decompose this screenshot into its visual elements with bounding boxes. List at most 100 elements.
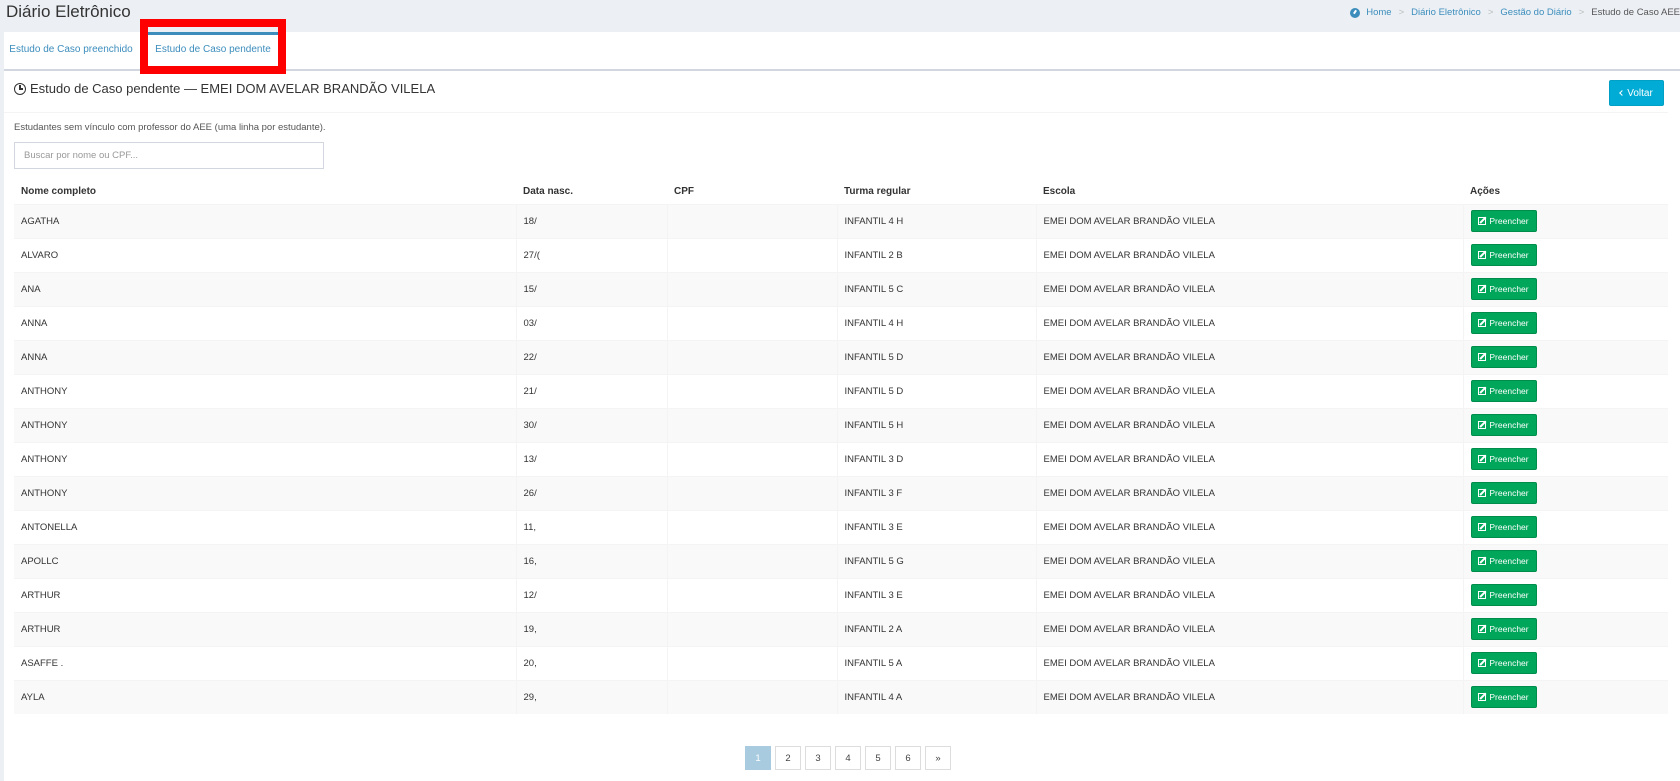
cell-name: ALVARO	[14, 237, 516, 272]
edit-icon	[1478, 353, 1487, 361]
cell-turma: INFANTIL 3 E	[836, 577, 1036, 612]
pagination-next[interactable]: »	[925, 746, 951, 770]
tab-estudo-preenchido[interactable]: Estudo de Caso preenchido	[4, 32, 138, 71]
fill-button[interactable]: Preencher	[1470, 278, 1537, 300]
edit-icon	[1478, 217, 1487, 225]
fill-button-label: Preencher	[1489, 692, 1529, 703]
cell-dob: 18/	[515, 203, 667, 238]
edit-icon	[1478, 557, 1487, 565]
fill-button[interactable]: Preencher	[1470, 210, 1537, 232]
box-divider	[4, 112, 1668, 113]
cell-turma: INFANTIL 2 B	[836, 237, 1036, 272]
cell-actions: Preencher	[1462, 271, 1668, 306]
edit-icon	[1478, 455, 1487, 463]
fill-button[interactable]: Preencher	[1470, 550, 1537, 572]
cell-dob: 29,	[515, 679, 667, 714]
edit-icon	[1478, 387, 1487, 395]
table-row: APOLLC 16, INFANTIL 5 G EMEI DOM AVELAR BRA…	[14, 543, 1668, 578]
column-header-escola[interactable]: Escola	[1036, 179, 1463, 205]
table-row: ANNA 03/INFANTIL 4 H EMEI DOM AVELAR BRAND…	[14, 305, 1668, 340]
fill-button[interactable]: Preencher	[1470, 312, 1537, 334]
breadcrumb-separator: >	[1578, 7, 1585, 18]
cell-dob: 15/	[515, 271, 667, 306]
fill-button[interactable]: Preencher	[1470, 244, 1537, 266]
fill-button[interactable]: Preencher	[1470, 652, 1537, 674]
cell-actions: Preencher	[1462, 203, 1668, 238]
fill-button[interactable]: Preencher	[1470, 516, 1537, 538]
cell-escola: EMEI DOM AVELAR BRANDÃO VILELA	[1035, 271, 1463, 306]
pagination-page-1[interactable]: 1	[745, 746, 771, 770]
edit-icon	[1478, 625, 1487, 633]
table-row: ALVARO 27/( INFANTIL 2 B EMEI DOM AVELAR BR…	[14, 237, 1668, 272]
table-row: ARTHUR 12/INFANTIL 3 E EMEI DOM AVELAR BRA…	[14, 577, 1668, 612]
cell-name: ARTHUR	[14, 577, 516, 612]
cell-name: ANTHONY	[14, 407, 516, 442]
cell-actions: Preencher	[1462, 237, 1668, 272]
cell-actions: Preencher	[1462, 441, 1668, 476]
cell-name: ASAFFE .	[14, 645, 516, 680]
back-button[interactable]: Voltar	[1609, 80, 1664, 106]
fill-button[interactable]: Preencher	[1470, 346, 1537, 368]
search-input[interactable]	[14, 142, 324, 169]
cell-dob: 27/(	[515, 237, 667, 272]
cell-actions: Preencher	[1462, 509, 1668, 544]
fill-button-label: Preencher	[1489, 522, 1529, 532]
cell-escola: EMEI DOM AVELAR BRANDÃO VILELA	[1035, 475, 1463, 510]
cell-turma: INFANTIL 4 H	[836, 305, 1036, 340]
top-header: Diário Eletrônico Home > Diário Eletrôni…	[0, 0, 1680, 32]
fill-button[interactable]: Preencher	[1470, 584, 1537, 606]
cell-dob: 16,	[515, 543, 667, 578]
tab-estudo-pendente[interactable]: Estudo de Caso pendente	[147, 32, 279, 71]
fill-button[interactable]: Preencher	[1470, 380, 1537, 402]
students-table: Nome completo Data nasc. CPF Turma regul…	[14, 179, 1668, 714]
fill-button-label: Preencher	[1489, 590, 1529, 600]
pagination-page-5[interactable]: 5	[865, 746, 891, 770]
column-header-cpf[interactable]: CPF	[667, 179, 837, 205]
edit-icon	[1478, 659, 1487, 667]
edit-icon	[1478, 285, 1487, 293]
cell-turma: INFANTIL 5 G	[836, 543, 1036, 578]
cell-escola: EMEI DOM AVELAR BRANDÃO VILELA	[1035, 339, 1463, 374]
box-title: Estudo de Caso pendente — EMEI DOM AVELA…	[14, 81, 435, 96]
column-header-turma[interactable]: Turma regular	[837, 179, 1036, 205]
cell-actions: Preencher	[1462, 577, 1668, 612]
fill-button[interactable]: Preencher	[1470, 618, 1537, 640]
fill-button[interactable]: Preencher	[1470, 686, 1537, 709]
cell-escola: EMEI DOM AVELAR BRANDÃO VILELA	[1035, 373, 1463, 408]
pagination-page-4[interactable]: 4	[835, 746, 861, 770]
column-header-name[interactable]: Nome completo	[14, 179, 516, 205]
fill-button[interactable]: Preencher	[1470, 414, 1537, 436]
cell-name: ARTHUR	[14, 611, 516, 646]
cell-dob: 20,	[515, 645, 667, 680]
breadcrumb-home[interactable]: Home	[1366, 7, 1391, 18]
cell-cpf	[666, 543, 837, 578]
fill-button-label: Preencher	[1489, 556, 1529, 566]
fill-button-label: Preencher	[1489, 318, 1529, 328]
cell-cpf	[666, 203, 837, 238]
pagination-page-3[interactable]: 3	[805, 746, 831, 770]
fill-button[interactable]: Preencher	[1470, 448, 1537, 470]
cell-turma: INFANTIL 4 H	[836, 203, 1036, 238]
table-row: AYLA 29, INFANTIL 4 A EMEI DOM AVELAR BRAND…	[14, 679, 1668, 714]
edit-icon	[1478, 489, 1487, 497]
fill-button[interactable]: Preencher	[1470, 482, 1537, 504]
cell-cpf	[666, 645, 837, 680]
pagination-page-2[interactable]: 2	[775, 746, 801, 770]
pagination-page-6[interactable]: 6	[895, 746, 921, 770]
cell-cpf	[666, 339, 837, 374]
breadcrumb-gestao[interactable]: Gestão do Diário	[1500, 7, 1571, 18]
cell-cpf	[666, 237, 837, 272]
column-header-dob[interactable]: Data nasc.	[516, 179, 667, 205]
breadcrumb-separator: >	[1398, 7, 1405, 18]
cell-actions: Preencher	[1462, 611, 1668, 646]
cell-dob: 12/	[515, 577, 667, 612]
cell-escola: EMEI DOM AVELAR BRANDÃO VILELA	[1035, 441, 1463, 476]
cell-turma: INFANTIL 5 D	[836, 339, 1036, 374]
edit-icon	[1478, 251, 1487, 259]
cell-escola: EMEI DOM AVELAR BRANDÃO VILELA	[1035, 203, 1463, 238]
table-row: AGATHA 18/INFANTIL 4 H EMEI DOM AVELAR BRA…	[14, 203, 1668, 238]
table-row: ANTHONY 13/INFANTIL 3 D EMEI DOM AVELAR BR…	[14, 441, 1668, 476]
breadcrumb-diario[interactable]: Diário Eletrônico	[1411, 7, 1481, 18]
cell-escola: EMEI DOM AVELAR BRANDÃO VILELA	[1035, 237, 1463, 272]
cell-cpf	[666, 509, 837, 544]
